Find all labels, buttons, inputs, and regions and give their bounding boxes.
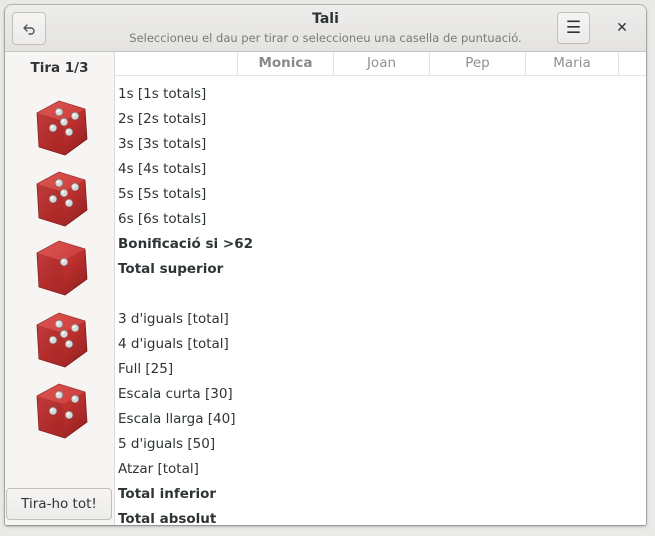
window-subtitle: Seleccioneu el dau per tirar o seleccion… xyxy=(129,31,522,45)
player-name: Joan xyxy=(366,55,397,71)
player-name: Monica xyxy=(258,55,313,71)
score-row-label[interactable]: 4s [4s totals] xyxy=(118,157,206,182)
player-header-row: Monica Joan Pep Maria xyxy=(115,52,646,76)
score-row-label[interactable]: Escala llarga [40] xyxy=(118,407,236,432)
score-row-label[interactable]: 6s [6s totals] xyxy=(118,207,206,232)
headerbar: Tali Seleccioneu el dau per tirar o sele… xyxy=(5,5,646,52)
die-3[interactable] xyxy=(27,235,93,301)
player-name: Pep xyxy=(465,55,490,71)
player-column-pep: Pep xyxy=(429,52,525,75)
die-face-icon xyxy=(36,171,88,227)
score-table: Monica Joan Pep Maria 1s [1s totals] 2s [… xyxy=(115,52,646,525)
die-5[interactable] xyxy=(27,378,93,444)
score-row-label[interactable]: Full [25] xyxy=(118,357,173,382)
hamburger-icon: ☰ xyxy=(565,18,582,38)
roll-counter: Tira 1/3 xyxy=(30,60,89,76)
score-row-label[interactable]: 5 d'iguals [50] xyxy=(118,432,215,457)
close-button[interactable]: ✕ xyxy=(609,14,635,42)
score-row-label[interactable]: 3 d'iguals [total] xyxy=(118,307,229,332)
score-row-label[interactable]: 4 d'iguals [total] xyxy=(118,332,229,357)
die-2[interactable] xyxy=(27,166,93,232)
score-row-label[interactable]: Escala curta [30] xyxy=(118,382,233,407)
dice-sidebar: Tira 1/3 Tira-ho tot! xyxy=(5,52,115,525)
score-row-label[interactable]: 5s [5s totals] xyxy=(118,182,206,207)
die-face-icon xyxy=(36,240,88,296)
score-row-label[interactable]: Atzar [total] xyxy=(118,457,199,482)
score-row-label[interactable]: 3s [3s totals] xyxy=(118,132,206,157)
score-row-label[interactable]: Total inferior xyxy=(118,482,216,507)
die-4[interactable] xyxy=(27,307,93,373)
player-column-maria: Maria xyxy=(525,52,619,75)
menu-button[interactable]: ☰ xyxy=(557,12,590,44)
score-row-label[interactable]: 1s [1s totals] xyxy=(118,82,206,107)
die-face-icon xyxy=(36,312,88,368)
die-face-icon xyxy=(36,100,88,156)
score-row-label[interactable]: Bonificació si >62 xyxy=(118,232,253,257)
player-column-joan: Joan xyxy=(333,52,429,75)
close-icon: ✕ xyxy=(616,20,628,36)
die-face-icon xyxy=(36,383,88,439)
score-row-label[interactable]: Total absolut xyxy=(118,507,216,525)
roll-all-button[interactable]: Tira-ho tot! xyxy=(6,488,112,520)
app-window: Tali Seleccioneu el dau per tirar o sele… xyxy=(5,5,646,525)
score-row-label[interactable]: Total superior xyxy=(118,257,223,282)
die-1[interactable] xyxy=(27,95,93,161)
player-column-monica: Monica xyxy=(237,52,333,75)
player-name: Maria xyxy=(553,55,591,71)
window-title: Tali xyxy=(312,11,339,27)
score-row-label[interactable]: 2s [2s totals] xyxy=(118,107,206,132)
